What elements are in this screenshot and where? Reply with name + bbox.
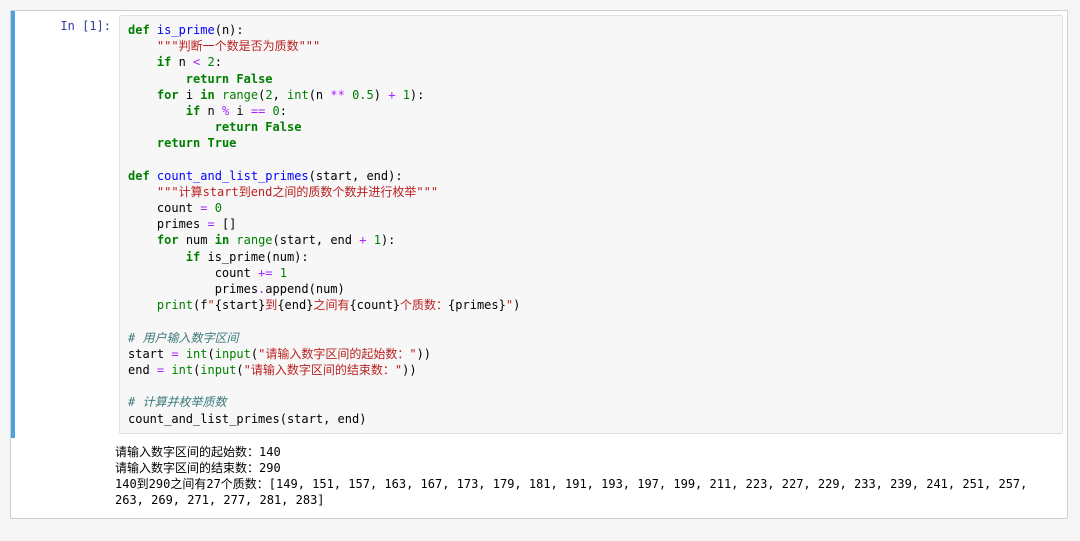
- stdout-output: 请输入数字区间的起始数：140 请输入数字区间的结束数：290 140到290之…: [107, 444, 1067, 509]
- code-text[interactable]: def is_prime(n): """判断一个数是否为质数""" if n <…: [128, 22, 1054, 427]
- cell-input-section: In [1]: def is_prime(n): """判断一个数是否为质数""…: [11, 11, 1067, 438]
- code-editor[interactable]: def is_prime(n): """判断一个数是否为质数""" if n <…: [119, 15, 1063, 434]
- code-cell[interactable]: In [1]: def is_prime(n): """判断一个数是否为质数""…: [10, 10, 1068, 519]
- input-prompt-label: In [1]:: [15, 11, 119, 438]
- cell-output-section: 请输入数字区间的起始数：140 请输入数字区间的结束数：290 140到290之…: [11, 438, 1067, 519]
- output-text: 请输入数字区间的起始数：140 请输入数字区间的结束数：290 140到290之…: [115, 444, 1059, 509]
- output-prompt-spacer: [11, 444, 107, 509]
- jupyter-notebook-view: In [1]: def is_prime(n): """判断一个数是否为质数""…: [0, 0, 1080, 541]
